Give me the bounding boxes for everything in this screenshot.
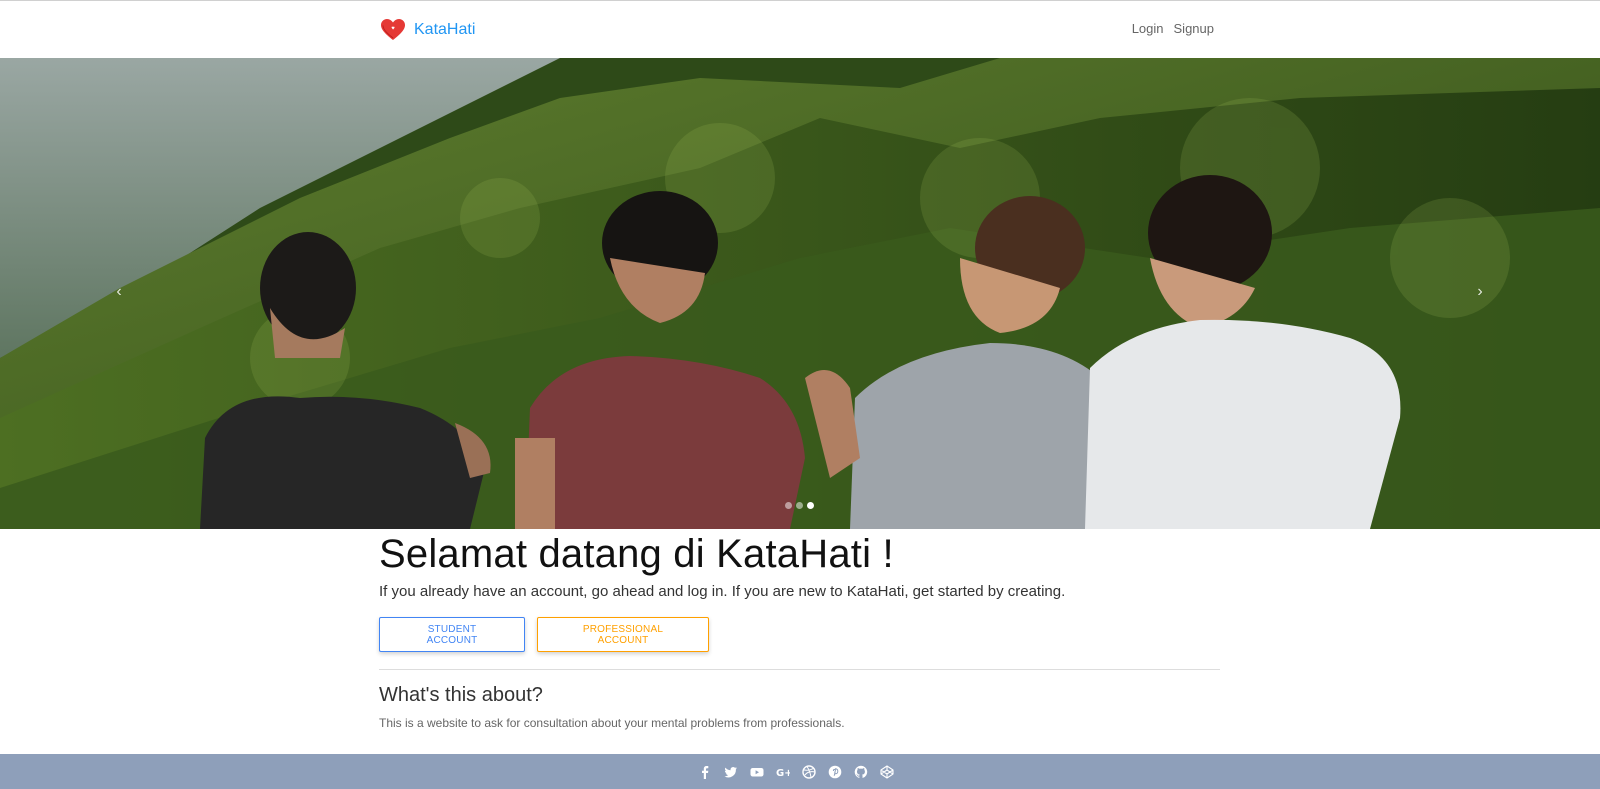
login-link[interactable]: Login [1132,21,1164,36]
social-links: G+ [698,765,894,779]
lead-text: If you already have an account, go ahead… [379,583,1066,600]
facebook-icon[interactable] [698,765,712,779]
footer: G+ [0,754,1600,789]
brand-link[interactable]: ♥ KataHati [380,15,475,45]
account-buttons: Student account Professional account [379,617,1221,652]
divider [379,669,1220,670]
carousel-indicator-3[interactable] [807,502,814,509]
nav-links: Login Signup [1132,21,1214,36]
hero-carousel: ‹ › [0,58,1600,529]
google-plus-icon[interactable]: G+ [776,765,790,779]
carousel-next-button[interactable]: › [1466,278,1494,306]
about-text: This is a website to ask for consultatio… [379,716,845,730]
codepen-icon[interactable] [880,765,894,779]
twitter-icon[interactable] [724,765,738,779]
carousel-indicator-1[interactable] [785,502,792,509]
svg-text:G+: G+ [776,768,790,779]
github-icon[interactable] [854,765,868,779]
about-heading: What's this about? [379,684,543,706]
main-content: Selamat datang di KataHati ! If you alre… [379,529,1221,730]
carousel-slide-image [0,58,1600,529]
pinterest-icon[interactable] [828,765,842,779]
brand-name: KataHati [414,21,476,38]
signup-link[interactable]: Signup [1174,21,1214,36]
navbar: ♥ KataHati Login Signup [0,0,1600,58]
svg-text:♥: ♥ [391,26,395,31]
youtube-icon[interactable] [750,765,764,779]
professional-account-button[interactable]: Professional account [537,617,709,652]
carousel-indicator-2[interactable] [796,502,803,509]
carousel-indicators [785,502,814,509]
dribbble-icon[interactable] [802,765,816,779]
page-title: Selamat datang di KataHati ! [379,532,894,576]
carousel-prev-button[interactable]: ‹ [105,278,133,306]
student-account-button[interactable]: Student account [379,617,525,652]
heart-icon: ♥ [381,19,405,40]
